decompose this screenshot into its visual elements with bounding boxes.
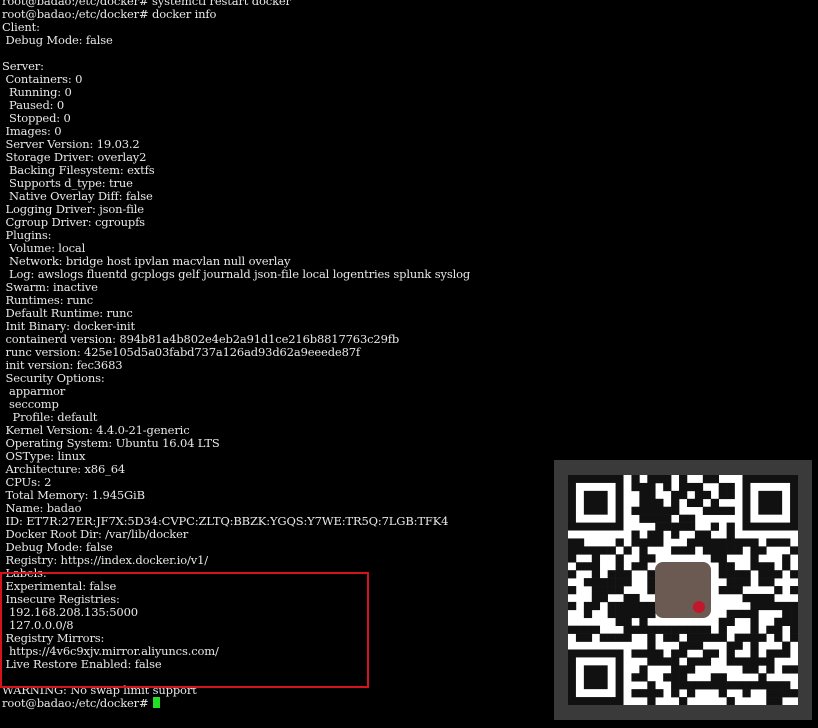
terminal-cursor[interactable] bbox=[153, 697, 161, 708]
terminal-line: Log: awslogs fluentd gcplogs gelf journa… bbox=[2, 268, 471, 281]
terminal-line: Backing Filesystem: extfs bbox=[2, 164, 155, 177]
terminal-line: Server: bbox=[2, 60, 44, 73]
terminal-line: Debug Mode: false bbox=[2, 34, 113, 47]
terminal-line: seccomp bbox=[2, 398, 59, 411]
terminal-line: Default Runtime: runc bbox=[2, 307, 133, 320]
terminal-line: Supports d_type: true bbox=[2, 177, 133, 190]
terminal-line: Running: 0 bbox=[2, 86, 72, 99]
terminal-line: Cgroup Driver: cgroupfs bbox=[2, 216, 146, 229]
qr-code-panel bbox=[554, 460, 812, 720]
terminal-line: Paused: 0 bbox=[2, 99, 65, 112]
terminal-line: Volume: local bbox=[2, 242, 86, 255]
qr-code-image bbox=[568, 475, 798, 705]
terminal-line: Images: 0 bbox=[2, 125, 62, 138]
terminal-line: Containers: 0 bbox=[2, 73, 83, 86]
terminal-line: Plugins: bbox=[2, 229, 52, 242]
terminal-line: Storage Driver: overlay2 bbox=[2, 151, 147, 164]
terminal-line: Swarm: inactive bbox=[2, 281, 98, 294]
terminal-line: Server Version: 19.03.2 bbox=[2, 138, 140, 151]
terminal-line: Runtimes: runc bbox=[2, 294, 94, 307]
terminal-line: Init Binary: docker-init bbox=[2, 320, 136, 333]
terminal-line: Network: bridge host ipvlan macvlan null… bbox=[2, 255, 291, 268]
terminal-line: Native Overlay Diff: false bbox=[2, 190, 153, 203]
terminal-line: Security Options: bbox=[2, 372, 105, 385]
terminal-line: Kernel Version: 4.4.0-21-generic bbox=[2, 424, 190, 437]
terminal-line: root@badao:/etc/docker# docker info bbox=[2, 8, 217, 21]
terminal-line: Logging Driver: json-file bbox=[2, 203, 145, 216]
shell-prompt: root@badao:/etc/docker# bbox=[2, 697, 153, 710]
terminal-line: init version: fec3683 bbox=[2, 359, 123, 372]
terminal-line: Operating System: Ubuntu 16.04 LTS bbox=[2, 437, 220, 450]
terminal-line: root@badao:/etc/docker# systemctl restar… bbox=[2, 0, 291, 8]
terminal-line: Stopped: 0 bbox=[2, 112, 71, 125]
terminal-line: Client: bbox=[2, 21, 40, 34]
terminal-line: Profile: default bbox=[2, 411, 98, 424]
terminal-line: apparmor bbox=[2, 385, 66, 398]
terminal-line: containerd version: 894b81a4b802e4eb2a91… bbox=[2, 333, 400, 346]
terminal-line: runc version: 425e105d5a03fabd737a126ad9… bbox=[2, 346, 361, 359]
